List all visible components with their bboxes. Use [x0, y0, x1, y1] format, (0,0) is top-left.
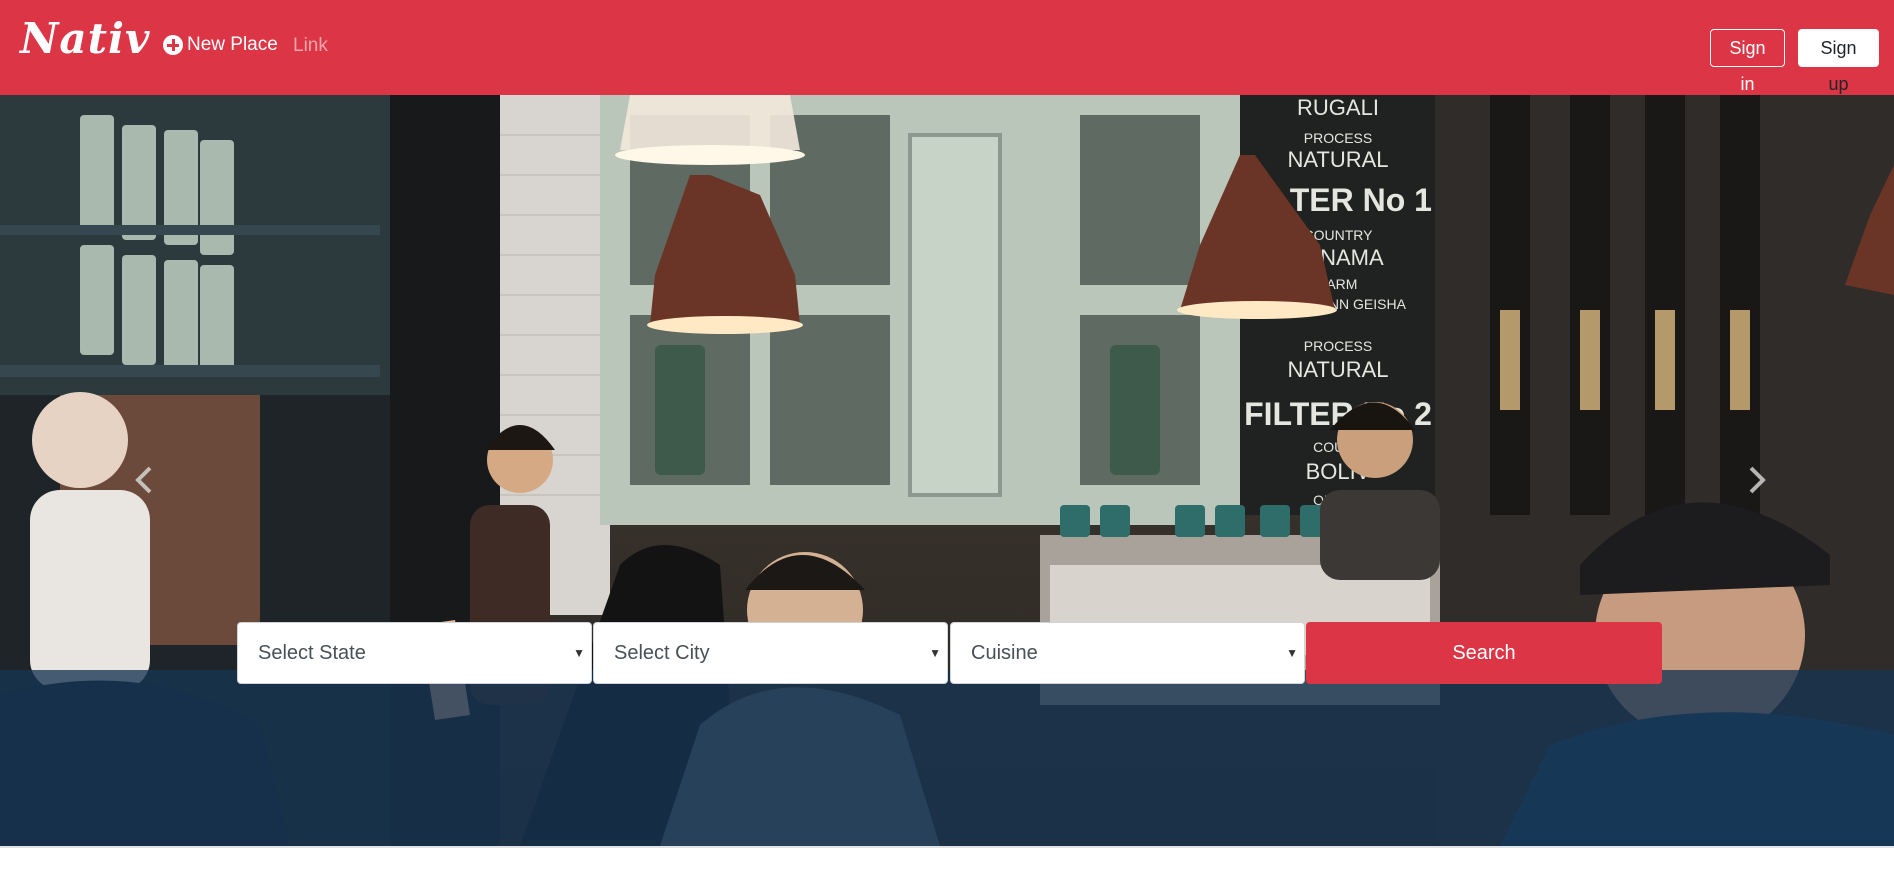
svg-text:PROCESS: PROCESS	[1304, 130, 1372, 146]
sign-up-button[interactable]: Sign up	[1798, 29, 1879, 94]
top-navbar: Nativ New Place Link Sign in Sign up	[0, 0, 1894, 95]
chevron-left-icon	[135, 466, 152, 494]
search-button[interactable]: Search	[1306, 622, 1662, 684]
svg-text:RUGALI: RUGALI	[1297, 95, 1379, 120]
nav-link[interactable]: Link	[293, 35, 328, 57]
sign-in-button[interactable]: Sign in	[1710, 29, 1785, 94]
carousel-prev-button[interactable]	[125, 460, 165, 500]
new-place-label: New Place	[187, 34, 278, 55]
cuisine-select-label: Cuisine	[971, 642, 1038, 664]
section-divider	[0, 846, 1894, 848]
plus-circle-icon	[163, 35, 183, 55]
dropdown-caret-icon: ▼	[1286, 646, 1298, 660]
city-select[interactable]: Select City ▼	[593, 622, 948, 684]
svg-text:NATURAL: NATURAL	[1287, 357, 1388, 382]
dropdown-caret-icon: ▼	[929, 646, 941, 660]
chevron-right-icon	[1749, 466, 1766, 494]
brand-logo[interactable]: Nativ	[20, 18, 150, 60]
state-select-label: Select State	[258, 642, 366, 664]
cuisine-select[interactable]: Cuisine ▼	[950, 622, 1305, 684]
state-select[interactable]: Select State ▼	[237, 622, 592, 684]
search-overlay-band	[0, 670, 1894, 846]
new-place-link[interactable]: New Place	[163, 34, 278, 56]
svg-text:PROCESS: PROCESS	[1304, 338, 1372, 354]
hero-carousel: RUGALI PROCESS NATURAL FILTER No 1 COUNT…	[0, 95, 1894, 846]
svg-text:NATURAL: NATURAL	[1287, 147, 1388, 172]
dropdown-caret-icon: ▼	[573, 646, 585, 660]
city-select-label: Select City	[614, 642, 710, 664]
carousel-next-button[interactable]	[1736, 460, 1776, 500]
